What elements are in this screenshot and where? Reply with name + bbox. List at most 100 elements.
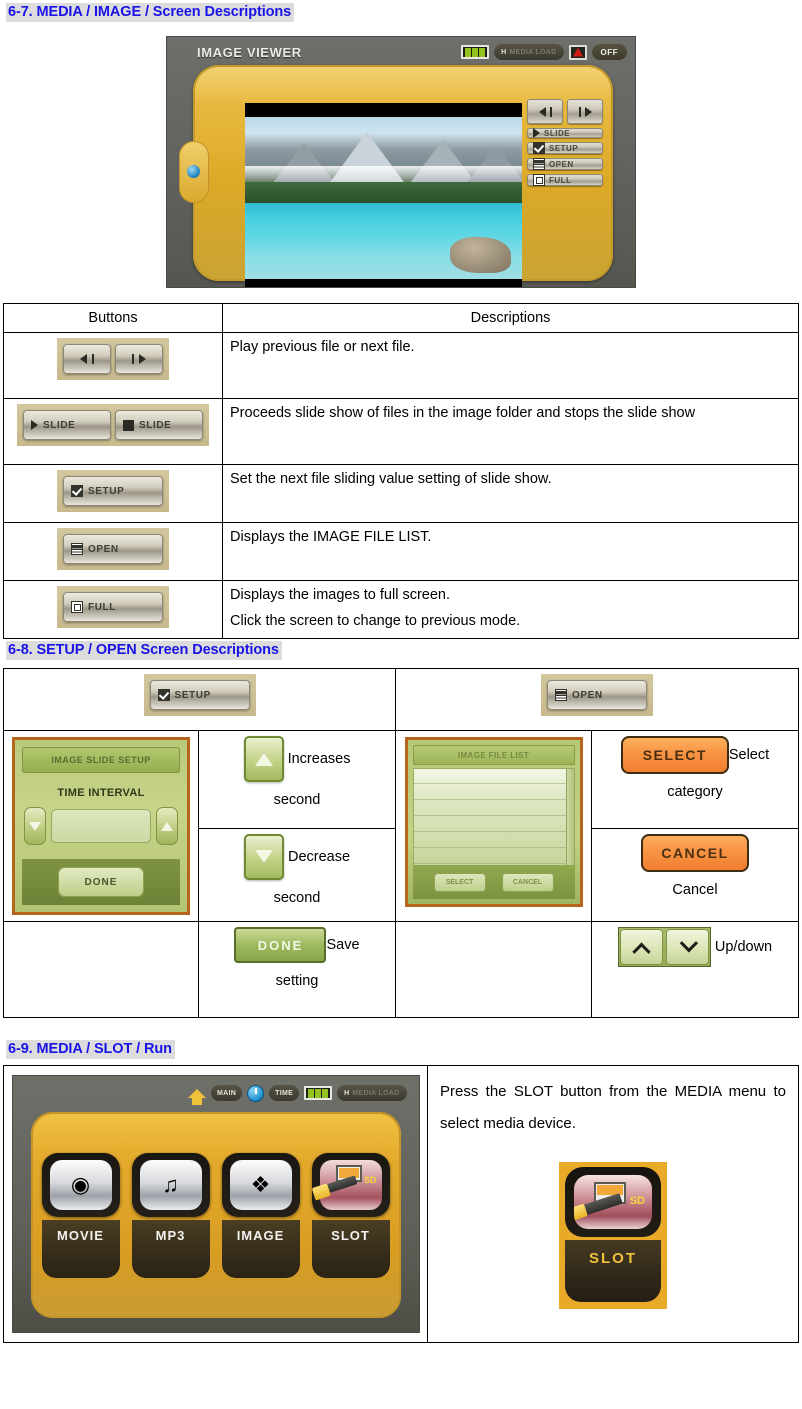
button-cell-prev-next xyxy=(3,332,223,399)
down-button[interactable] xyxy=(665,929,709,965)
done-button[interactable]: DONE xyxy=(58,867,144,897)
description-cell: Displays the IMAGE FILE LIST. xyxy=(222,522,799,581)
select-caption-line2: category xyxy=(667,784,723,800)
select-button[interactable]: SELECT xyxy=(433,872,486,892)
button-description-table: Buttons Descriptions Play previous file … xyxy=(3,303,799,639)
next-button[interactable] xyxy=(567,99,603,124)
column-header-descriptions: Descriptions xyxy=(222,303,799,333)
up-button[interactable] xyxy=(619,929,663,965)
decrease-caption-line1: Decrease xyxy=(287,848,351,865)
open-button[interactable]: OPEN xyxy=(63,534,163,564)
off-button[interactable]: OFF xyxy=(591,44,627,60)
button-cell-slide: SLIDE SLIDE xyxy=(3,398,223,465)
done-button[interactable]: DONE xyxy=(234,927,327,963)
open-button[interactable]: OPEN xyxy=(527,158,603,170)
open-screen-footer: SELECT CANCEL xyxy=(412,865,575,899)
decrease-caption-line2: second xyxy=(273,889,321,906)
cancel-button[interactable]: CANCEL xyxy=(501,872,554,892)
open-screen-cell: IMAGE FILE LIST SELECT CANCEL xyxy=(395,730,592,922)
media-item-label: SLOT xyxy=(311,1219,390,1278)
clock-icon[interactable] xyxy=(247,1084,265,1102)
previous-icon xyxy=(80,354,87,364)
cancel-button[interactable]: CANCEL xyxy=(641,833,749,872)
cancel-control: CANCEL Cancel xyxy=(599,833,791,898)
media-topbar: MAIN TIME H MEDIA LOAD xyxy=(13,1076,419,1110)
home-icon[interactable] xyxy=(188,1088,207,1105)
open-header-cell: OPEN xyxy=(395,668,799,731)
record-icon[interactable] xyxy=(568,44,587,60)
select-caption-line1: Select xyxy=(728,747,770,763)
open-button[interactable]: OPEN xyxy=(547,680,647,710)
media-slot-description: Press the SLOT button from the MEDIA men… xyxy=(440,1083,786,1132)
media-menu-screen: MAIN TIME H MEDIA LOAD ◉ MOVIE ♫ MP3 ❖ I… xyxy=(11,1075,420,1333)
previous-button[interactable] xyxy=(527,99,563,124)
setup-screen-footer: DONE xyxy=(22,859,180,905)
viewer-topbar: IMAGE VIEWER H MEDIA LOAD OFF xyxy=(167,37,635,67)
updown-control: Up/down xyxy=(599,927,791,967)
media-item-movie[interactable]: ◉ MOVIE xyxy=(41,1152,120,1278)
main-button[interactable]: MAIN xyxy=(211,1085,243,1101)
setup-screen-cell: IMAGE SLIDE SETUP TIME INTERVAL DONE xyxy=(3,730,199,922)
media-load-pill[interactable]: H MEDIA LOAD xyxy=(494,44,564,60)
viewer-screen[interactable] xyxy=(245,103,522,287)
description-line: Displays the images to full screen. xyxy=(230,587,451,603)
next-button[interactable] xyxy=(115,344,163,374)
time-interval-label: TIME INTERVAL xyxy=(57,787,145,799)
description-cell: Displays the images to full screen. Clic… xyxy=(222,580,799,639)
chevron-up-down-icon xyxy=(617,927,711,967)
arrow-up-icon xyxy=(254,752,273,766)
slide-button-label: SLIDE xyxy=(544,128,571,138)
decrease-second-button[interactable] xyxy=(243,833,284,880)
empty-cell xyxy=(3,921,199,1018)
done-caption-line2: setting xyxy=(275,973,319,989)
select-button[interactable]: SELECT xyxy=(620,736,729,774)
power-knob[interactable] xyxy=(179,141,209,203)
next-icon xyxy=(139,354,146,364)
done-control: DONE Save setting xyxy=(206,927,388,989)
main-label: MAIN xyxy=(217,1089,237,1097)
slide-play-button[interactable]: SLIDE xyxy=(23,410,111,440)
description-line: Click the screen to change to previous m… xyxy=(230,613,521,629)
setup-screen-title: IMAGE SLIDE SETUP xyxy=(22,747,180,773)
slide-stop-button[interactable]: SLIDE xyxy=(115,410,203,440)
section-heading-6-9: 6-9. MEDIA / SLOT / Run xyxy=(6,1040,175,1059)
increase-second-button[interactable] xyxy=(156,807,178,845)
list-icon xyxy=(71,543,83,555)
time-interval-input[interactable] xyxy=(51,809,151,843)
file-list[interactable] xyxy=(412,768,575,866)
image-viewer-device: IMAGE VIEWER H MEDIA LOAD OFF SLIDE SETU… xyxy=(166,36,636,288)
file-list-scrollbar[interactable] xyxy=(565,768,575,866)
media-item-slot[interactable]: SD SLOT xyxy=(311,1152,390,1278)
slide-button[interactable]: SLIDE xyxy=(527,128,603,138)
description-line: Play previous file or next file. xyxy=(230,339,415,355)
increase-caption-line2: second xyxy=(273,792,321,808)
media-load-pill[interactable]: H MEDIA LOAD xyxy=(337,1085,407,1101)
nav-button-row xyxy=(527,99,603,124)
list-icon xyxy=(533,158,545,170)
decrease-control-cell: Decrease second xyxy=(198,827,396,923)
check-icon xyxy=(533,142,545,154)
previous-button[interactable] xyxy=(63,344,111,374)
sd-card-usb-icon: SD xyxy=(565,1167,661,1237)
slot-tile[interactable]: SD SLOT xyxy=(559,1162,667,1309)
time-interval-row xyxy=(22,807,180,845)
open-screen-title: IMAGE FILE LIST xyxy=(412,745,575,765)
setup-button[interactable]: SETUP xyxy=(149,680,250,710)
decrease-second-button[interactable] xyxy=(24,807,46,845)
setup-button[interactable]: SETUP xyxy=(63,476,163,506)
file-list-rows xyxy=(412,768,566,866)
full-button[interactable]: FULL xyxy=(527,174,603,186)
time-button[interactable]: TIME xyxy=(269,1085,300,1101)
media-item-image[interactable]: ❖ IMAGE xyxy=(221,1152,300,1278)
media-item-mp3[interactable]: ♫ MP3 xyxy=(131,1152,210,1278)
next-icon xyxy=(584,106,592,117)
setup-button[interactable]: SETUP xyxy=(527,142,603,154)
full-button[interactable]: FULL xyxy=(63,592,163,622)
previous-icon xyxy=(538,106,546,117)
table-row: FULL Displays the images to full screen.… xyxy=(3,580,799,639)
setup-button-label: SETUP xyxy=(88,485,125,497)
increase-second-button[interactable] xyxy=(243,736,284,782)
increase-control-cell: Increases second xyxy=(198,730,396,829)
play-icon xyxy=(533,128,540,138)
device-bezel: SLIDE SETUP OPEN FULL xyxy=(179,65,613,287)
